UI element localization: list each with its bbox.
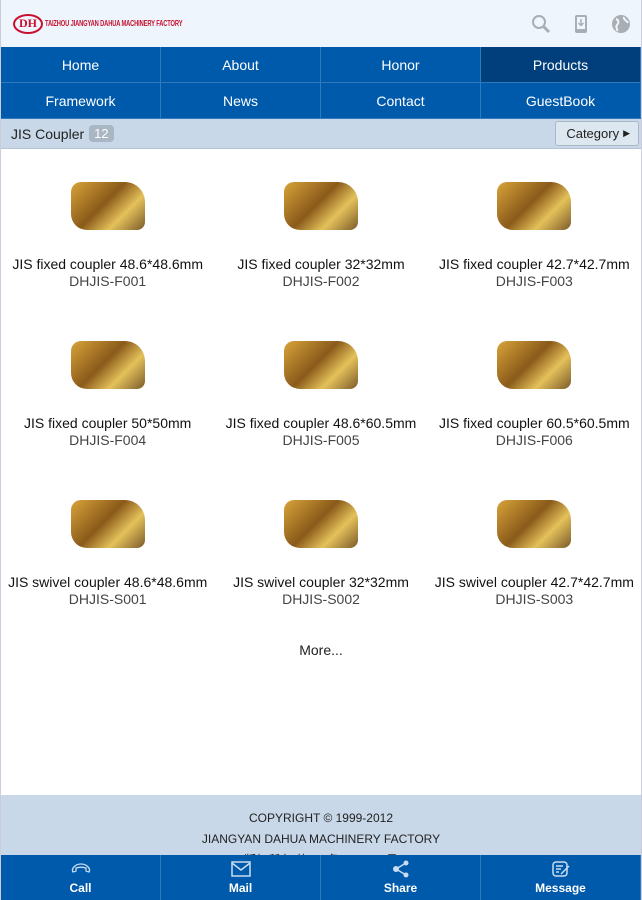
copyright: COPYRIGHT © 1999-2012 <box>248 811 394 825</box>
product-code: DHJIS-F003 <box>495 273 573 289</box>
product-image[interactable] <box>62 487 154 561</box>
product-code: DHJIS-F001 <box>69 273 147 289</box>
product-item[interactable]: JIS fixed coupler 42.7*42.7mm DHJIS-F003 <box>428 169 641 328</box>
mail-button[interactable]: Mail <box>161 855 321 900</box>
product-image[interactable] <box>488 487 580 561</box>
product-code: DHJIS-F006 <box>495 432 573 448</box>
product-item[interactable]: JIS swivel coupler 42.7*42.7mm DHJIS-S003 <box>428 487 641 646</box>
mobile-download-icon[interactable] <box>571 14 591 34</box>
product-code: DHJIS-S003 <box>495 591 574 607</box>
category-bar: JIS Coupler 12 Category ▶ <box>1 119 641 149</box>
product-name[interactable]: JIS fixed coupler 42.7*42.7mm <box>434 257 635 272</box>
globe-icon[interactable] <box>611 14 631 34</box>
product-image[interactable] <box>275 328 367 402</box>
nav-framework[interactable]: Framework <box>1 83 161 119</box>
logo-mark: DH <box>13 13 43 34</box>
product-item[interactable]: JIS fixed coupler 48.6*60.5mm DHJIS-F005 <box>214 328 427 487</box>
product-image[interactable] <box>62 169 154 243</box>
product-name[interactable]: JIS swivel coupler 42.7*42.7mm <box>434 575 635 590</box>
main-nav: Home About Honor Products Framework News Conta… <box>1 47 641 119</box>
nav-products[interactable]: Products <box>481 47 641 83</box>
bottom-label: Call <box>69 881 92 895</box>
logo[interactable]: DH TAIZHOU JIANGYAN DAHUA MACHINERY FACT… <box>13 13 236 34</box>
product-image[interactable] <box>488 328 580 402</box>
header: DH TAIZHOU JIANGYAN DAHUA MACHINERY FACT… <box>1 0 641 47</box>
nav-about[interactable]: About <box>161 47 321 83</box>
search-icon[interactable] <box>531 14 551 34</box>
mail-icon <box>230 861 251 877</box>
message-icon <box>551 861 570 877</box>
product-image[interactable] <box>275 487 367 561</box>
product-item[interactable]: JIS fixed coupler 32*32mm DHJIS-F002 <box>214 169 427 328</box>
nav-contact[interactable]: Contact <box>321 83 481 119</box>
product-name[interactable]: JIS fixed coupler 48.6*48.6mm <box>7 257 208 272</box>
nav-home[interactable]: Home <box>1 47 161 83</box>
product-item[interactable]: JIS fixed coupler 50*50mm DHJIS-F004 <box>1 328 214 487</box>
product-image[interactable] <box>275 169 367 243</box>
phone-icon <box>71 863 90 873</box>
bottom-label: Message <box>535 881 586 895</box>
product-image[interactable] <box>488 169 580 243</box>
caret-right-icon: ▶ <box>623 128 630 138</box>
nav-news[interactable]: News <box>161 83 321 119</box>
count-badge: 12 <box>89 125 114 142</box>
product-code: DHJIS-F005 <box>282 432 360 448</box>
logo-text: TAIZHOU JIANGYAN DAHUA MACHINERY FACTORY <box>45 19 183 28</box>
product-code: DHJIS-F002 <box>282 273 360 289</box>
category-title: JIS Coupler <box>11 125 85 142</box>
product-code: DHJIS-S001 <box>68 591 147 607</box>
product-code: DHJIS-S002 <box>282 591 360 607</box>
product-item[interactable]: JIS swivel coupler 32*32mm DHJIS-S002 <box>214 487 427 646</box>
bottom-label: Mail <box>228 881 253 895</box>
message-button[interactable]: Message <box>481 855 641 900</box>
bottom-bar: Call Mail Share Message <box>1 855 641 900</box>
product-item[interactable]: JIS swivel coupler 48.6*48.6mm DHJIS-S001 <box>1 487 214 646</box>
product-name[interactable]: JIS fixed coupler 32*32mm <box>220 257 421 272</box>
product-item[interactable]: JIS fixed coupler 48.6*48.6mm DHJIS-F001 <box>1 169 214 328</box>
category-button[interactable]: Category ▶ <box>555 121 639 146</box>
call-button[interactable]: Call <box>1 855 161 900</box>
product-name[interactable]: JIS fixed coupler 60.5*60.5mm <box>434 416 635 431</box>
share-icon <box>392 860 408 878</box>
product-item[interactable]: JIS fixed coupler 60.5*60.5mm DHJIS-F006 <box>428 328 641 487</box>
product-name[interactable]: JIS fixed coupler 48.6*60.5mm <box>220 416 421 431</box>
share-button[interactable]: Share <box>321 855 481 900</box>
nav-guestbook[interactable]: GuestBook <box>481 83 641 119</box>
product-name[interactable]: JIS fixed coupler 50*50mm <box>7 416 208 431</box>
company-name: JIANGYAN DAHUA MACHINERY FACTORY <box>201 832 441 846</box>
bottom-label: Share <box>383 881 418 895</box>
product-grid: JIS fixed coupler 48.6*48.6mm DHJIS-F001 J… <box>1 149 641 646</box>
product-name[interactable]: JIS swivel coupler 48.6*48.6mm <box>7 575 208 590</box>
nav-honor[interactable]: Honor <box>321 47 481 83</box>
category-button-label: Category <box>566 126 620 141</box>
product-image[interactable] <box>62 328 154 402</box>
product-code: DHJIS-F004 <box>69 432 147 448</box>
product-name[interactable]: JIS swivel coupler 32*32mm <box>220 575 421 590</box>
